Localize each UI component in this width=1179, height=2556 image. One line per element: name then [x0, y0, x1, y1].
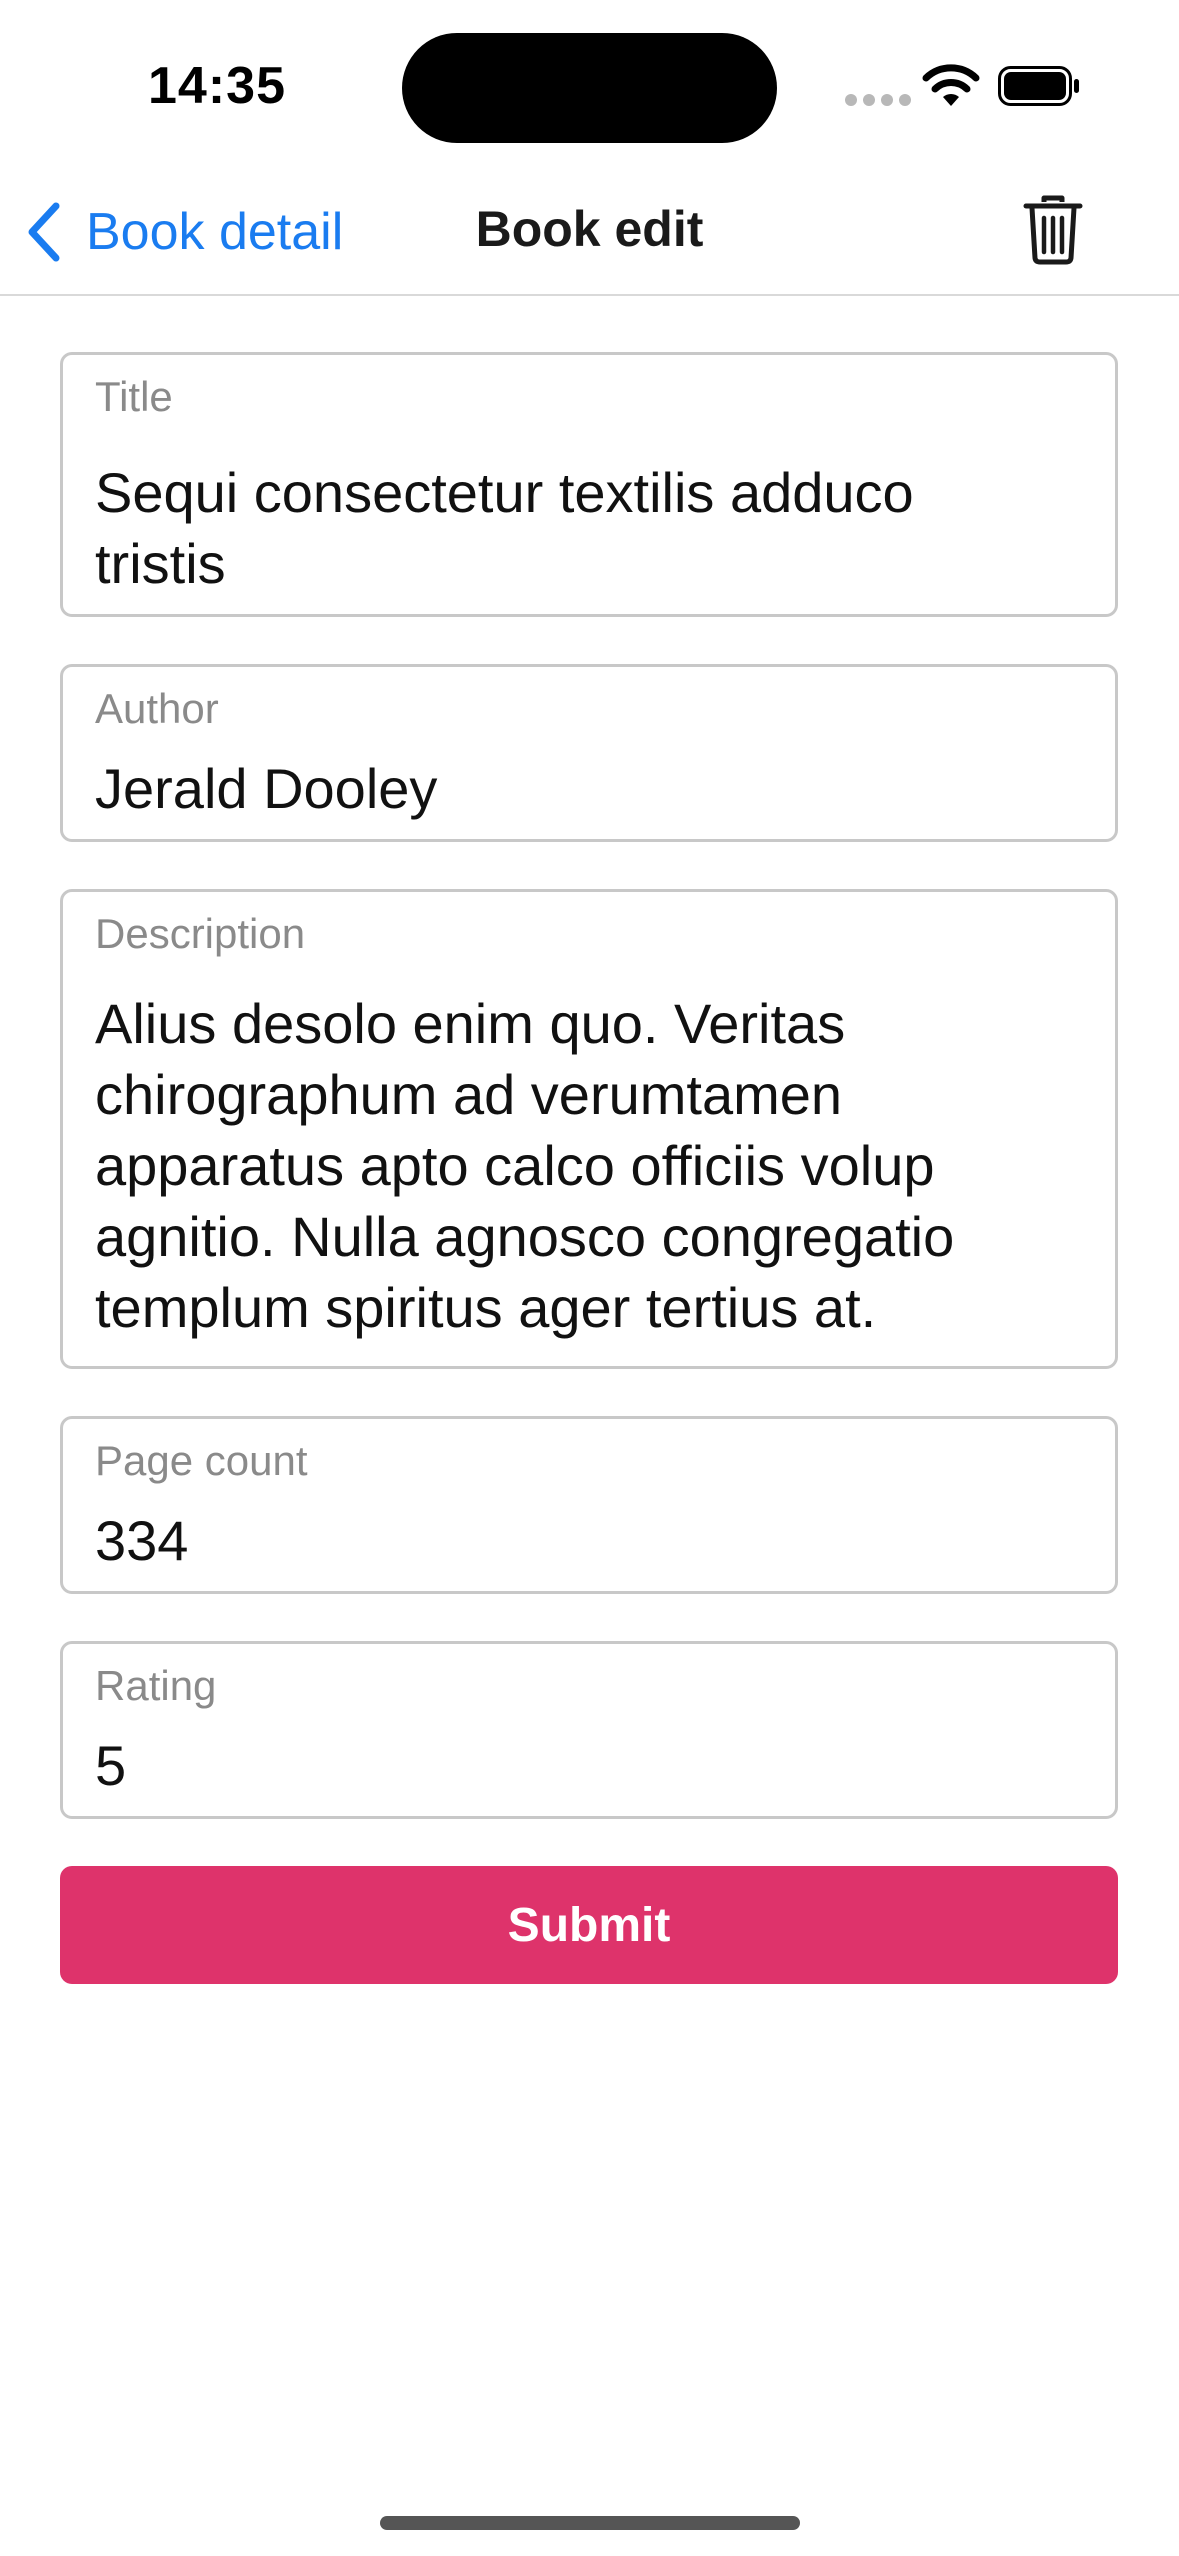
- description-field[interactable]: Description Alius desolo enim quo. Verit…: [60, 889, 1118, 1369]
- battery-icon: [998, 66, 1079, 106]
- signal-dots-icon: [845, 94, 911, 106]
- page-count-field-value[interactable]: 334: [95, 1505, 1091, 1576]
- chevron-left-icon: [28, 202, 60, 262]
- rating-field-value[interactable]: 5: [95, 1730, 1091, 1801]
- back-button-label: Book detail: [86, 203, 344, 261]
- status-bar: 14:35: [0, 0, 1179, 170]
- rating-field[interactable]: Rating 5: [60, 1641, 1118, 1819]
- author-field[interactable]: Author Jerald Dooley: [60, 664, 1118, 842]
- title-field[interactable]: Title Sequi consectetur textilis adduco …: [60, 352, 1118, 617]
- submit-button[interactable]: Submit: [60, 1866, 1118, 1984]
- wifi-icon: [922, 64, 980, 106]
- trash-icon[interactable]: [1022, 194, 1084, 266]
- status-time: 14:35: [148, 57, 286, 115]
- rating-field-label: Rating: [95, 1662, 217, 1709]
- navigation-bar: Book detail Book edit: [0, 170, 1179, 296]
- description-field-value[interactable]: Alius desolo enim quo. Veritas chirograp…: [95, 988, 1091, 1343]
- page-count-field-label: Page count: [95, 1437, 308, 1484]
- author-field-value[interactable]: Jerald Dooley: [95, 753, 1091, 824]
- back-button[interactable]: Book detail: [22, 194, 343, 270]
- author-field-label: Author: [95, 685, 219, 732]
- home-indicator[interactable]: [380, 2516, 800, 2530]
- title-field-value[interactable]: Sequi consectetur textilis adduco tristi…: [95, 457, 1091, 599]
- description-field-label: Description: [95, 910, 306, 957]
- title-field-label: Title: [95, 373, 173, 420]
- dynamic-island: [402, 33, 777, 143]
- page-count-field[interactable]: Page count 334: [60, 1416, 1118, 1594]
